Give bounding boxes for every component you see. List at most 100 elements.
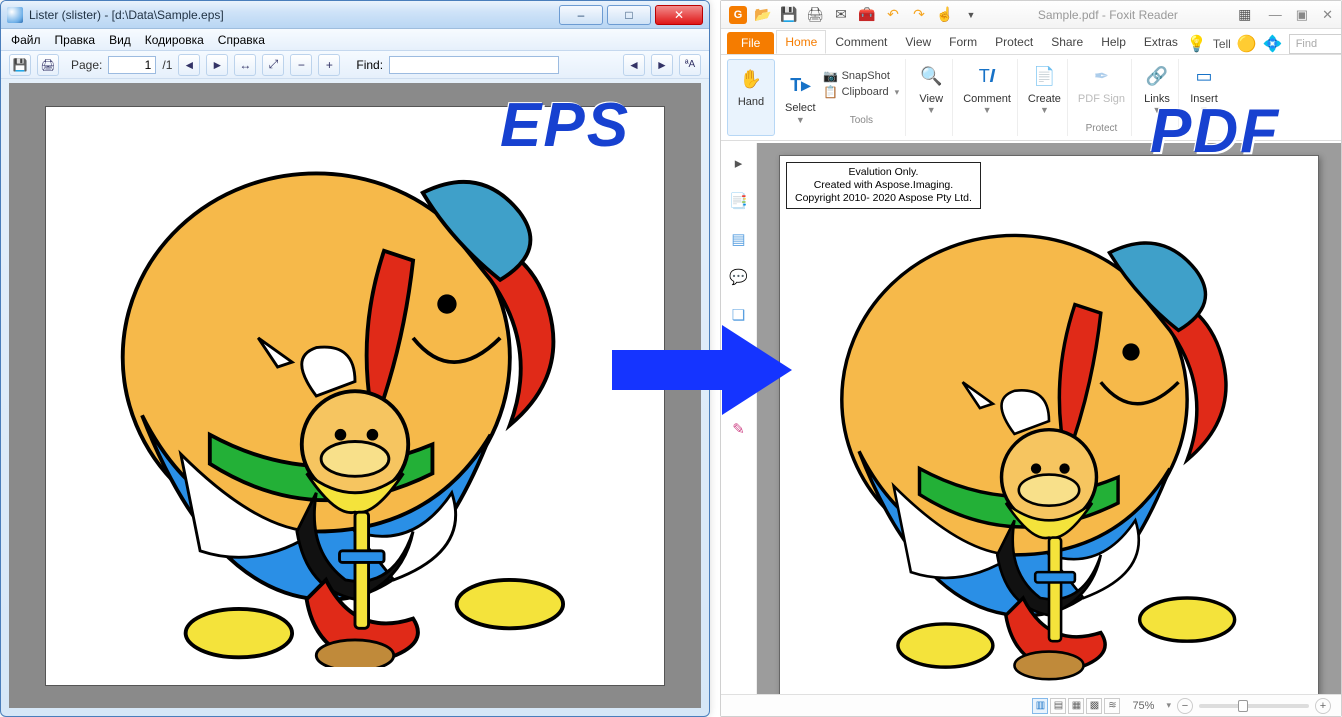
hand-icon: ✋ [740, 69, 762, 90]
zoom-out-icon[interactable]: − [1177, 698, 1193, 714]
restore-button[interactable]: ▣ [1296, 7, 1308, 23]
sign-icon: ✒ [1094, 66, 1109, 87]
ribbon-pdfsign[interactable]: ✒ PDF Sign Protect [1072, 59, 1132, 136]
zoom-slider[interactable] [1199, 704, 1309, 708]
tab-extras[interactable]: Extras [1135, 30, 1187, 54]
tell-label[interactable]: Tell [1213, 37, 1231, 51]
find-label: Find: [356, 58, 383, 72]
next-page-icon[interactable]: ► [206, 54, 228, 76]
tools-icon[interactable]: 🧰 [857, 5, 877, 25]
eps-page [45, 106, 665, 686]
snapshot-button[interactable]: 📷 SnapShot [824, 69, 900, 83]
pdf-page: Evalution Only. Created with Aspose.Imag… [779, 155, 1319, 695]
menu-help[interactable]: Справка [218, 33, 265, 47]
page-input[interactable] [108, 56, 156, 74]
clipboard-label: Clipboard [842, 86, 889, 98]
prev-page-icon[interactable]: ◄ [178, 54, 200, 76]
cont-facing-icon[interactable]: ▩ [1086, 698, 1102, 714]
menu-encoding[interactable]: Кодировка [145, 33, 204, 47]
tab-home[interactable]: Home [776, 30, 826, 54]
app-icon [7, 7, 23, 23]
clipboard-icon: 📋 [824, 85, 838, 99]
protect-group-label: Protect [1086, 123, 1118, 134]
foxit-logo-icon: G [729, 6, 747, 24]
find-next-icon[interactable]: ► [651, 54, 673, 76]
pdf-overlay-label: PDF [1150, 96, 1280, 167]
reflow-icon[interactable]: ≋ [1104, 698, 1120, 714]
maximize-button[interactable]: □ [607, 5, 651, 25]
find-prev-icon[interactable]: ◄ [623, 54, 645, 76]
ribbon-comment[interactable]: T𝑰 Comment ▼ [957, 59, 1018, 136]
zoom-level: 75% [1132, 700, 1154, 712]
email-icon[interactable]: ✉ [831, 5, 851, 25]
fit-width-icon[interactable]: ↔ [234, 54, 256, 76]
text-size-icon[interactable]: ªA [679, 54, 701, 76]
tab-protect[interactable]: Protect [986, 30, 1042, 54]
open-icon[interactable]: 📂 [753, 5, 773, 25]
view-mode-toggle[interactable]: ▥ ▤ ▦ ▩ ≋ [1032, 698, 1120, 714]
lightbulb-icon[interactable]: 💡 [1187, 34, 1207, 54]
tab-help[interactable]: Help [1092, 30, 1135, 54]
menu-file[interactable]: Файл [11, 33, 41, 47]
tab-share[interactable]: Share [1042, 30, 1092, 54]
continuous-icon[interactable]: ▤ [1050, 698, 1066, 714]
qat-dropdown-icon[interactable]: ▼ [961, 5, 981, 25]
save-icon[interactable]: 💾 [779, 5, 799, 25]
page-label: Page: [71, 58, 102, 72]
find-input[interactable] [389, 56, 559, 74]
fit-page-icon[interactable]: ⤢ [262, 54, 284, 76]
menu-view[interactable]: Вид [109, 33, 131, 47]
redo-icon[interactable]: ↷ [909, 5, 929, 25]
camera-icon: 📷 [824, 69, 838, 83]
close-button[interactable]: ✕ [655, 5, 703, 25]
lister-titlebar[interactable]: Lister (slister) - [d:\Data\Sample.eps] … [1, 1, 709, 29]
tab-form[interactable]: Form [940, 30, 986, 54]
lister-canvas[interactable] [9, 83, 701, 708]
view-label: View [919, 93, 943, 105]
conversion-arrow-icon [612, 320, 792, 420]
create-label: Create [1028, 93, 1061, 105]
minimize-button[interactable]: — [1269, 7, 1282, 23]
touch-icon[interactable]: ☝ [935, 5, 955, 25]
tab-comment[interactable]: Comment [826, 30, 896, 54]
select-icon: T▸ [790, 75, 810, 96]
undo-icon[interactable]: ↶ [883, 5, 903, 25]
zoom-out-icon[interactable]: − [290, 54, 312, 76]
notify1-icon[interactable]: 🟡 [1237, 34, 1257, 54]
save-icon[interactable]: 💾 [9, 54, 31, 76]
facing-icon[interactable]: ▦ [1068, 698, 1084, 714]
ribbon-create[interactable]: 📄 Create ▼ [1022, 59, 1068, 136]
clipboard-button[interactable]: 📋 Clipboard ▾ [824, 85, 900, 99]
comments-icon[interactable]: 💬 [729, 267, 749, 287]
insert-icon: ▭ [1195, 66, 1212, 87]
eps-overlay-label: EPS [500, 90, 630, 161]
toolbar: 💾 🖨 Page: /1 ◄ ► ↔ ⤢ − + Find: ◄ ► ªA [1, 51, 709, 79]
menu-edit[interactable]: Правка [55, 33, 96, 47]
quick-access-toolbar: G 📂 💾 🖨 ✉ 🧰 ↶ ↷ ☝ ▼ Sample.pdf - Foxit R… [721, 1, 1341, 29]
ribbon-view[interactable]: 🔍 View ▼ [910, 59, 953, 136]
single-page-icon[interactable]: ▥ [1032, 698, 1048, 714]
tab-view[interactable]: View [896, 30, 940, 54]
foxit-canvas[interactable]: Evalution Only. Created with Aspose.Imag… [757, 143, 1341, 694]
skin-icon[interactable]: ▦ [1235, 5, 1255, 25]
zoom-in-icon[interactable]: + [318, 54, 340, 76]
link-icon: 🔗 [1146, 66, 1168, 87]
signatures-icon[interactable]: ✎ [729, 419, 749, 439]
cartoon-image [790, 184, 1308, 684]
expand-icon[interactable]: ▸ [729, 153, 749, 173]
bookmark-icon[interactable]: 📑 [729, 191, 749, 211]
comment-label: Comment [963, 93, 1011, 105]
print-icon[interactable]: 🖨 [37, 54, 59, 76]
print-icon[interactable]: 🖨 [805, 5, 825, 25]
pages-icon[interactable]: ▤ [729, 229, 749, 249]
tab-file[interactable]: File [727, 32, 774, 54]
find-box[interactable]: Find [1289, 34, 1342, 54]
ribbon-hand[interactable]: ✋ Hand [727, 59, 775, 136]
notify2-icon[interactable]: 💠 [1263, 34, 1283, 54]
minimize-button[interactable]: – [559, 5, 603, 25]
tools-group-label: Tools [824, 115, 900, 126]
window-title: Lister (slister) - [d:\Data\Sample.eps] [29, 8, 224, 22]
zoom-in-icon[interactable]: + [1315, 698, 1331, 714]
select-label[interactable]: Select [785, 102, 816, 114]
close-button[interactable]: ✕ [1322, 7, 1333, 23]
